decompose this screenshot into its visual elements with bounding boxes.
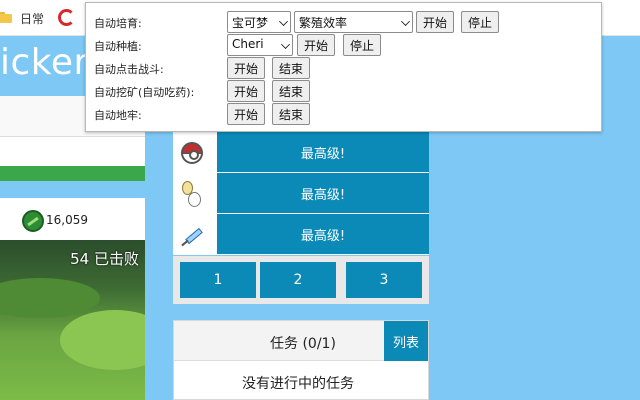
automation-panel: 自动培育: 宝可梦 繁殖效率 开始 停止 自动种植: Cheri 开始 停止 自… [85, 2, 602, 132]
chevron-down-icon [401, 17, 410, 26]
auto-breeding-row: 自动培育: 宝可梦 繁殖效率 开始 停止 [86, 11, 603, 33]
defeated-counter: 54 已击败 [70, 250, 139, 268]
syringe-icon [179, 222, 205, 248]
bookmark-site-icon[interactable] [58, 9, 75, 26]
auto-mining-label: 自动挖矿(自动吃药): [94, 86, 195, 99]
upgrade-row: 最高级! [173, 214, 429, 255]
progress-bar [0, 166, 145, 181]
coin-icon [22, 210, 44, 232]
dungeon-end-button[interactable]: 结束 [272, 103, 311, 125]
breeding-mode-select[interactable]: 繁殖效率 [294, 11, 413, 33]
upgrade-row: 最高级! [173, 132, 429, 173]
auto-dungeon-label: 自动地牢: [94, 109, 142, 122]
bookmark-folder-label[interactable]: 日常 [20, 10, 44, 27]
folder-icon[interactable] [0, 12, 12, 23]
auto-farming-row: 自动种植: Cheri 开始 停止 [86, 34, 603, 56]
breeding-target-value: 宝可梦 [232, 16, 269, 30]
breeding-target-select[interactable]: 宝可梦 [227, 11, 291, 33]
game-info-band [0, 136, 145, 166]
tasks-header: 任务 (0/1) 列表 [174, 321, 428, 361]
upgrade-button[interactable]: 最高级! [217, 173, 429, 213]
farming-berry-value: Cheri [232, 37, 264, 51]
chevron-down-icon [281, 40, 290, 49]
auto-mining-row: 自动挖矿(自动吃药): 开始 结束 [86, 80, 603, 102]
upgrade-button[interactable]: 最高级! [217, 132, 429, 172]
battle-start-button[interactable]: 开始 [227, 57, 266, 79]
tasks-title: 任务 (0/1) [270, 336, 336, 352]
auto-battle-label: 自动点击战斗: [94, 63, 164, 76]
page-selector: 1 2 3 [173, 256, 429, 304]
game-title: icker [0, 42, 89, 83]
pokeball-icon [179, 140, 205, 166]
page-button-1[interactable]: 1 [180, 262, 256, 298]
page-button-3[interactable]: 3 [346, 262, 422, 298]
farming-stop-button[interactable]: 停止 [343, 34, 382, 56]
currency-value: 16,059 [46, 213, 88, 227]
auto-dungeon-row: 自动地牢: 开始 结束 [86, 103, 603, 125]
auto-battle-row: 自动点击战斗: 开始 结束 [86, 57, 603, 79]
center-column: 最高级! 最高级! 最高级! 1 2 3 任务 (0/1) 列表 没有进行中的任… [173, 132, 429, 400]
auto-farming-label: 自动种植: [94, 40, 142, 53]
mining-start-button[interactable]: 开始 [227, 80, 266, 102]
upgrade-row: 最高级! [173, 173, 429, 214]
battle-end-button[interactable]: 结束 [272, 57, 311, 79]
tasks-empty-message: 没有进行中的任务 [242, 376, 354, 392]
breeding-stop-button[interactable]: 停止 [461, 11, 500, 33]
egg-icon [179, 181, 205, 207]
tasks-list-button[interactable]: 列表 [384, 321, 428, 361]
currency-row: 16,059 [0, 198, 145, 240]
page-button-2[interactable]: 2 [260, 262, 336, 298]
chevron-down-icon [279, 17, 288, 26]
farming-berry-select[interactable]: Cheri [227, 34, 293, 56]
tasks-panel: 任务 (0/1) 列表 没有进行中的任务 [173, 320, 429, 400]
breeding-start-button[interactable]: 开始 [416, 11, 455, 33]
dungeon-start-button[interactable]: 开始 [227, 103, 266, 125]
farming-start-button[interactable]: 开始 [297, 34, 336, 56]
upgrade-button[interactable]: 最高级! [217, 214, 429, 254]
auto-breeding-label: 自动培育: [94, 17, 142, 30]
mining-end-button[interactable]: 结束 [272, 80, 311, 102]
battle-area[interactable]: 54 已击败 [0, 240, 145, 400]
breeding-mode-value: 繁殖效率 [299, 16, 348, 30]
right-background [430, 132, 640, 400]
